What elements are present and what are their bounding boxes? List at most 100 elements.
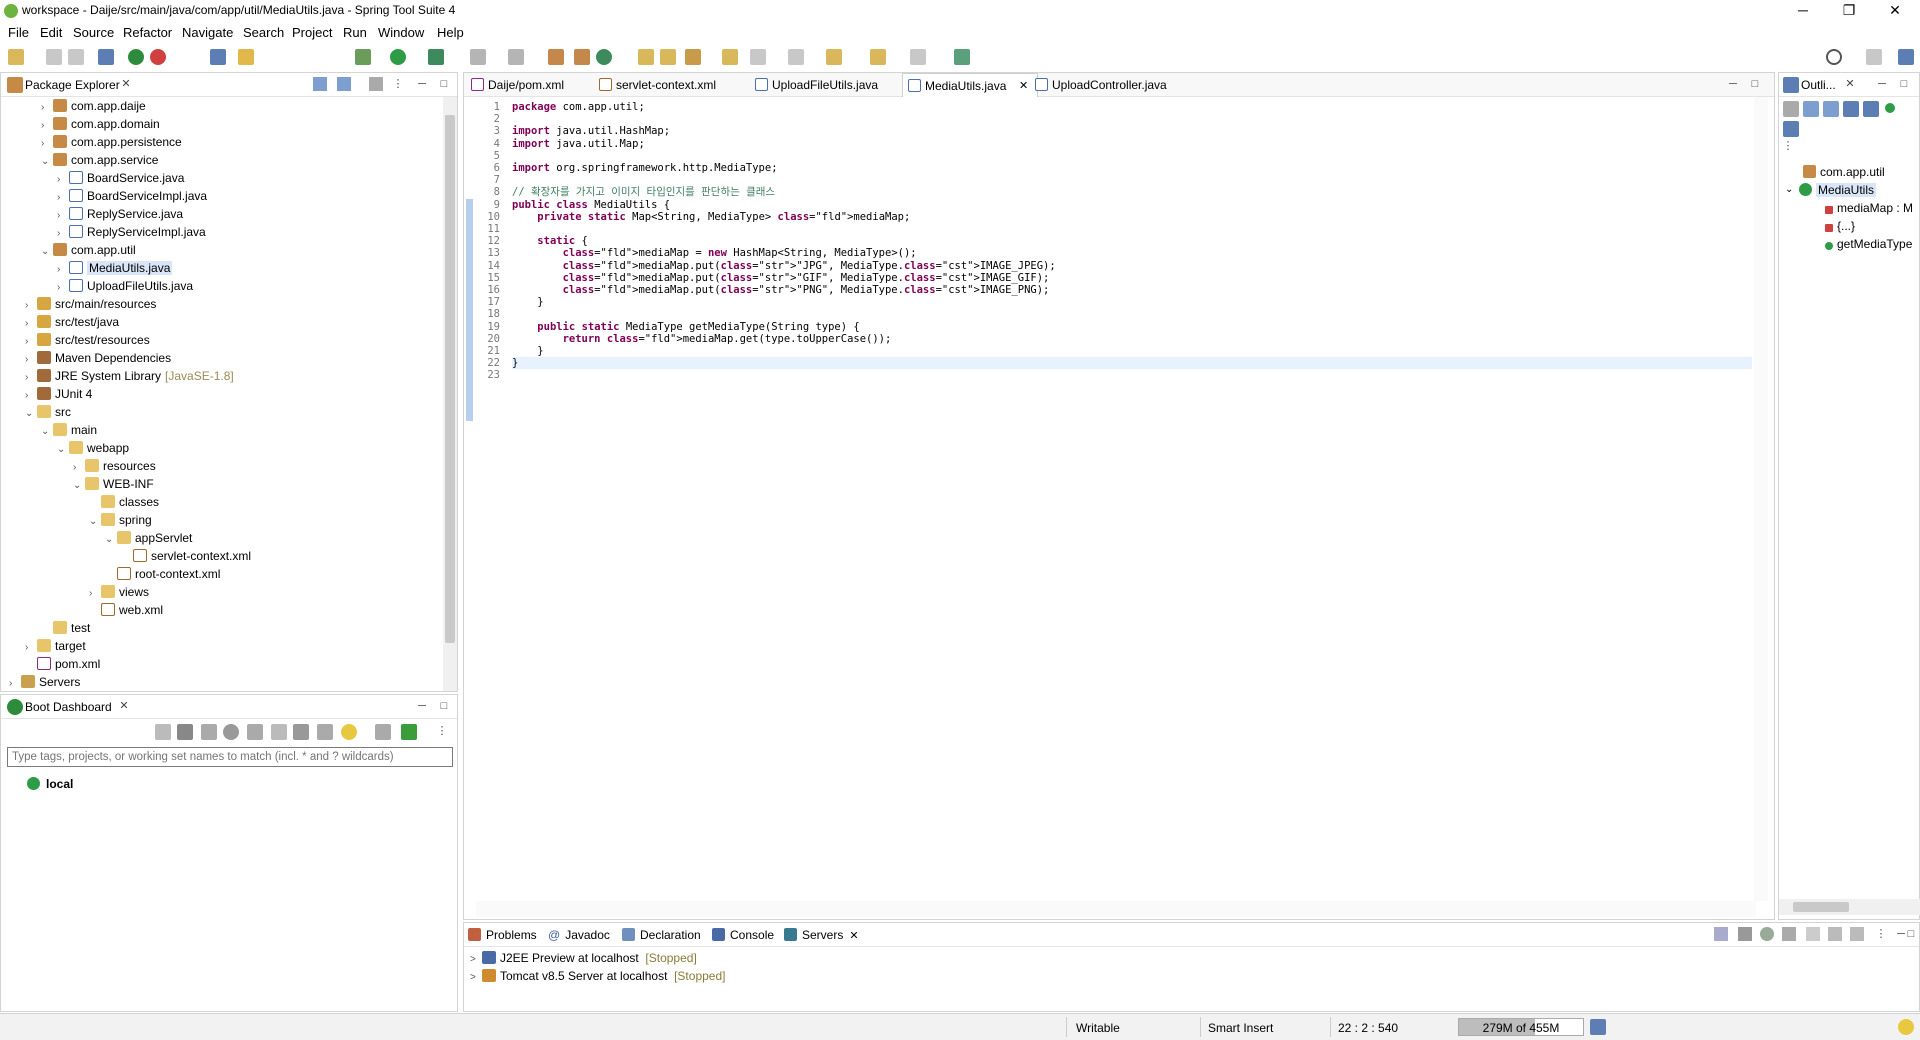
search-toolbar-icon[interactable] — [685, 49, 701, 65]
new-class-icon[interactable] — [574, 49, 590, 65]
tree-item[interactable]: › UploadFileUtils.java — [57, 277, 193, 295]
toggle-icon[interactable] — [210, 49, 226, 65]
chevron-right-icon[interactable]: › — [9, 675, 21, 691]
minimize-view-icon[interactable]: ─ — [415, 77, 429, 91]
code-line[interactable]: } — [512, 345, 1752, 357]
minimize-button[interactable]: ─ — [1780, 0, 1826, 22]
code-line[interactable] — [512, 223, 1752, 235]
save-icon[interactable] — [46, 49, 62, 65]
boot-dashboard-title[interactable]: Boot Dashboard — [25, 700, 112, 714]
boot-dashboard-icon[interactable] — [128, 49, 144, 65]
tree-item[interactable]: › com.app.domain — [41, 115, 160, 133]
tree-item[interactable]: › JRE System Library [JavaSE-1.8] — [25, 367, 234, 385]
new-java-package-icon[interactable] — [548, 49, 564, 65]
package-explorer-scrollbar[interactable] — [443, 97, 457, 691]
minimize-boot-dashboard-icon[interactable]: ─ — [415, 699, 429, 713]
code-editor[interactable]: 1 package com.app.util; 2 3 import java.util… — [476, 97, 1756, 897]
outline-scroll-thumb[interactable] — [1793, 902, 1849, 912]
tip-bulb-icon[interactable] — [1898, 1019, 1914, 1035]
menu-help[interactable]: Help — [437, 25, 464, 40]
stop-server-icon[interactable] — [1806, 927, 1820, 941]
tree-item[interactable]: root-context.xml — [105, 565, 220, 583]
tab-servers[interactable]: Servers ✕ — [784, 928, 859, 942]
package-explorer-title[interactable]: Package Explorer — [25, 78, 120, 92]
restart-icon[interactable] — [223, 724, 239, 740]
open-perspective-icon[interactable] — [1866, 49, 1882, 65]
tree-item[interactable]: › src/main/resources — [25, 295, 156, 313]
external-tools-icon[interactable] — [428, 49, 444, 65]
hide-non-public-icon[interactable] — [1863, 101, 1879, 117]
tree-item[interactable]: ⌄ spring — [89, 511, 152, 529]
java-perspective-icon[interactable] — [1898, 49, 1914, 65]
overview-ruler[interactable] — [1754, 97, 1768, 901]
chevron-down-icon[interactable]: ⌄ — [105, 531, 117, 549]
tree-item[interactable]: classes — [89, 493, 159, 511]
clean-icon[interactable] — [1850, 927, 1864, 941]
tab-mediautils-java[interactable]: MediaUtils.java ✕ — [902, 73, 1038, 97]
tree-item[interactable]: ⌄ com.app.util — [41, 241, 136, 259]
tree-item[interactable]: › BoardService.java — [57, 169, 184, 187]
code-line[interactable]: import java.util.Map; — [512, 138, 1752, 150]
code-line[interactable] — [512, 113, 1752, 125]
servers-menu-icon[interactable]: ⋮ — [1874, 927, 1888, 941]
tree-item[interactable]: › src/test/resources — [25, 331, 150, 349]
menu-window[interactable]: Window — [378, 25, 424, 40]
tree-item[interactable]: servlet-context.xml — [121, 547, 251, 565]
new-icon[interactable] — [8, 49, 24, 65]
publish-icon[interactable] — [1828, 927, 1842, 941]
tree-item[interactable]: pom.xml — [25, 655, 100, 673]
code-line[interactable]: public class MediaUtils { — [512, 199, 1752, 211]
maximize-boot-dashboard-icon[interactable]: □ — [437, 699, 451, 713]
tab-console[interactable]: Console — [712, 928, 774, 942]
menu-refactor[interactable]: Refactor — [123, 25, 172, 40]
code-line[interactable]: class="fld">mediaMap.put(class="str">"GI… — [512, 272, 1752, 284]
layout-icon[interactable] — [317, 724, 333, 740]
collapse-servers-icon[interactable] — [1714, 927, 1728, 941]
chevron-down-icon[interactable]: ⌄ — [25, 405, 37, 423]
view-menu-icon[interactable]: ⋮ — [391, 77, 405, 91]
back-icon[interactable] — [870, 49, 886, 65]
tree-item[interactable]: ⌄ appServlet — [105, 529, 192, 547]
chevron-down-icon[interactable]: ⌄ — [57, 441, 69, 459]
code-line[interactable] — [512, 150, 1752, 162]
tree-item[interactable]: › com.app.daije — [41, 97, 146, 115]
stop-icon[interactable] — [470, 49, 486, 65]
code-line[interactable]: public static MediaType getMediaType(Str… — [512, 321, 1752, 333]
search-icon[interactable] — [1826, 49, 1842, 65]
close-boot-dashboard-icon[interactable]: ✕ — [117, 699, 131, 713]
open-resource-icon[interactable] — [722, 49, 738, 65]
hide-fields-icon[interactable] — [1783, 101, 1799, 117]
last-edit-location-icon[interactable] — [826, 49, 842, 65]
tree-item[interactable]: › JUnit 4 — [25, 385, 92, 403]
run-icon[interactable] — [390, 49, 406, 65]
expand-icon[interactable]: > — [470, 969, 482, 987]
tree-item[interactable]: › resources — [73, 457, 156, 475]
chevron-down-icon[interactable]: ⌄ — [89, 513, 101, 531]
tab-declaration[interactable]: Declaration — [622, 928, 701, 942]
forward-icon[interactable] — [910, 49, 926, 65]
boot-filter-input[interactable] — [7, 747, 453, 767]
chevron-down-icon[interactable]: ⌄ — [41, 243, 53, 261]
collapse-outline-icon[interactable] — [1803, 101, 1819, 117]
outline-menu-icon[interactable]: ⋮ — [1781, 139, 1795, 153]
maximize-servers-icon[interactable]: □ — [1904, 927, 1918, 941]
outline-item[interactable]: com.app.util — [1803, 163, 1885, 181]
menu-navigate[interactable]: Navigate — [182, 25, 233, 40]
debug-app-icon[interactable] — [177, 724, 193, 740]
filter-icon[interactable] — [369, 77, 383, 91]
tab-pom-xml[interactable]: Daije/pom.xml — [466, 73, 586, 97]
collapse-all-icon[interactable] — [313, 77, 327, 91]
code-line[interactable]: private static Map<String, MediaType> cl… — [512, 211, 1752, 223]
maximize-view-icon[interactable]: □ — [437, 77, 451, 91]
outline-scrollbar[interactable] — [1779, 899, 1920, 915]
console-icon[interactable] — [247, 724, 263, 740]
server-row[interactable]: > Tomcat v8.5 Server at localhost [Stoppe… — [470, 967, 725, 985]
code-line[interactable]: class="fld">mediaMap = new HashMap<Strin… — [512, 247, 1752, 259]
tree-item[interactable]: › BoardServiceImpl.java — [57, 187, 207, 205]
link-outline-icon[interactable] — [1783, 121, 1799, 137]
tree-item[interactable]: › Servers — [9, 673, 80, 691]
tree-item[interactable]: › views — [89, 583, 149, 601]
menu-run[interactable]: Run — [343, 25, 367, 40]
tree-item[interactable]: › src/test/java — [25, 313, 119, 331]
hide-local-types-icon[interactable] — [1885, 103, 1895, 113]
